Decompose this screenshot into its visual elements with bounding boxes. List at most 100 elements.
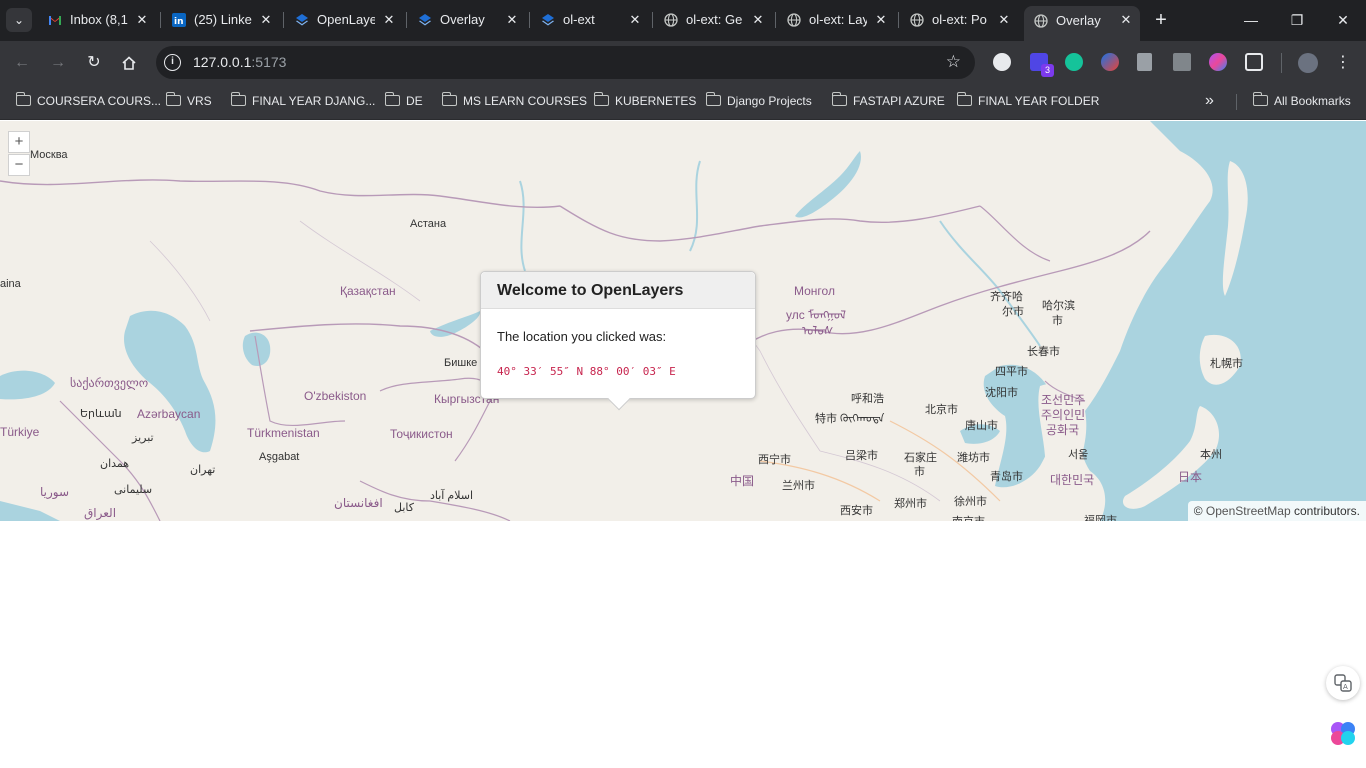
extension-color-icon[interactable] bbox=[1101, 53, 1119, 71]
map-label-city: Бишке bbox=[444, 357, 478, 369]
attribution-prefix: © bbox=[1193, 504, 1203, 518]
tab-title: ol-ext bbox=[563, 12, 595, 27]
bookmark-folder[interactable]: DE bbox=[384, 91, 423, 111]
tab-separator bbox=[406, 12, 407, 28]
lake-baikal bbox=[795, 151, 861, 218]
tab-ol-ext-ge[interactable]: ol-ext: Ge ✕ bbox=[654, 5, 772, 35]
menu-button[interactable]: ⋮ bbox=[1330, 50, 1356, 76]
folder-icon bbox=[956, 92, 972, 106]
tab-overlay-1[interactable]: Overlay ✕ bbox=[408, 5, 526, 35]
zoom-in-button[interactable]: + bbox=[8, 131, 30, 153]
bookmark-folder[interactable]: COURSERA COURS... bbox=[15, 91, 162, 111]
extension-face-icon[interactable] bbox=[993, 53, 1011, 71]
globe-icon bbox=[787, 13, 801, 27]
forward-button[interactable]: → bbox=[45, 50, 71, 76]
map-label-city: سلیمانی bbox=[114, 484, 153, 496]
document-icon[interactable] bbox=[1137, 53, 1152, 71]
grammarly-icon[interactable] bbox=[1065, 53, 1083, 71]
tab-ol-ext[interactable]: ol-ext ✕ bbox=[531, 5, 649, 35]
map-label-city: 潍坊市 bbox=[957, 452, 990, 464]
site-info-icon[interactable]: i bbox=[164, 54, 181, 71]
all-bookmarks-button[interactable]: All Bookmarks bbox=[1252, 91, 1351, 111]
bookmark-folder[interactable]: KUBERNETES bbox=[593, 91, 696, 111]
tab-title: Inbox (8,1 bbox=[70, 12, 128, 27]
address-bar[interactable]: i 127.0.0.1:5173 ☆ bbox=[156, 46, 975, 79]
tab-openlayers[interactable]: OpenLaye ✕ bbox=[285, 5, 403, 35]
linkedin-icon: in bbox=[172, 13, 186, 27]
bookmark-label: FASTAPI AZURE bbox=[853, 94, 945, 108]
close-icon: ✕ bbox=[1337, 12, 1349, 28]
back-button[interactable]: ← bbox=[9, 50, 35, 76]
close-icon[interactable]: ✕ bbox=[134, 12, 150, 28]
tab-search-button[interactable]: ⌄ bbox=[6, 8, 32, 32]
url-text[interactable]: 127.0.0.1:5173 bbox=[193, 46, 286, 79]
svg-text:in: in bbox=[174, 17, 184, 27]
folder-icon bbox=[15, 92, 31, 106]
close-icon[interactable]: ✕ bbox=[258, 12, 274, 28]
bookmark-folder[interactable]: FINAL YEAR FOLDER bbox=[956, 91, 1099, 111]
close-icon[interactable]: ✕ bbox=[504, 12, 520, 28]
close-icon[interactable]: ✕ bbox=[996, 12, 1012, 28]
map-label-city: Астана bbox=[410, 218, 447, 230]
zip-icon[interactable] bbox=[1173, 53, 1191, 71]
bookmark-folder[interactable]: MS LEARN COURSES bbox=[441, 91, 587, 111]
border-line bbox=[979, 205, 1051, 262]
tab-title: ol-ext: Ge bbox=[686, 12, 743, 27]
bookmark-label: VRS bbox=[187, 94, 212, 108]
bookmark-folder[interactable]: VRS bbox=[165, 91, 212, 111]
restore-button[interactable]: ❐ bbox=[1285, 8, 1309, 32]
tab-separator bbox=[898, 12, 899, 28]
close-icon[interactable]: ✕ bbox=[873, 12, 889, 28]
extension-brain-icon[interactable] bbox=[1209, 53, 1227, 71]
tab-title: OpenLaye bbox=[317, 12, 375, 27]
bookmark-folder[interactable]: Django Projects bbox=[705, 91, 812, 111]
ai-assistant-button[interactable] bbox=[1326, 716, 1360, 750]
map-label-city: 四平市 bbox=[995, 366, 1028, 378]
bookmark-star-icon[interactable]: ☆ bbox=[946, 52, 961, 72]
map-label-city: کابل bbox=[394, 502, 414, 514]
extension-badge: 3 bbox=[1041, 64, 1054, 77]
translate-button[interactable]: A bbox=[1326, 666, 1360, 700]
tab-gmail[interactable]: Inbox (8,1 ✕ bbox=[38, 5, 156, 35]
bookmark-label: DE bbox=[406, 94, 423, 108]
close-icon[interactable]: ✕ bbox=[381, 12, 397, 28]
bookmark-label: Django Projects bbox=[727, 94, 812, 108]
bookmarks-separator bbox=[1236, 94, 1237, 110]
map-viewport[interactable]: Москва Астана Қазақстан aina Монгол улс … bbox=[0, 121, 1366, 521]
toolbar-separator bbox=[1281, 53, 1282, 73]
extension-puzzle-icon[interactable]: 3 bbox=[1030, 53, 1054, 77]
tab-ol-ext-lay[interactable]: ol-ext: Lay ✕ bbox=[777, 5, 895, 35]
map-attribution: © OpenStreetMap contributors. bbox=[1187, 501, 1366, 521]
reload-button[interactable]: ↻ bbox=[81, 50, 107, 76]
home-button[interactable] bbox=[116, 50, 142, 76]
extensions-puzzle-icon[interactable] bbox=[1245, 53, 1263, 71]
bookmark-folder[interactable]: FASTAPI AZURE bbox=[831, 91, 945, 111]
map-label-country: 日本 bbox=[1178, 470, 1203, 484]
profile-avatar[interactable] bbox=[1298, 53, 1318, 73]
minimize-button[interactable]: — bbox=[1239, 8, 1263, 32]
close-window-button[interactable]: ✕ bbox=[1331, 8, 1355, 32]
bookmark-label: COURSERA COURS... bbox=[37, 94, 162, 108]
zoom-out-button[interactable]: − bbox=[8, 154, 30, 176]
browser-toolbar: ← → ↻ i 127.0.0.1:5173 ☆ 3 ⋮ bbox=[0, 41, 1366, 84]
close-icon[interactable]: ✕ bbox=[1118, 12, 1134, 28]
tab-ol-ext-po[interactable]: ol-ext: Po ✕ bbox=[900, 5, 1018, 35]
url-port: :5173 bbox=[251, 54, 287, 70]
map-label-country: O'zbekiston bbox=[304, 389, 367, 403]
map-label-city: Москва bbox=[30, 149, 68, 161]
minimize-icon: — bbox=[1244, 12, 1258, 28]
map-label-country: Türkiye bbox=[0, 425, 40, 439]
tab-linkedin[interactable]: in (25) Linke ✕ bbox=[162, 5, 280, 35]
tab-overlay-active[interactable]: Overlay ✕ bbox=[1024, 6, 1140, 41]
bookmark-folder[interactable]: FINAL YEAR DJANG... bbox=[230, 91, 375, 111]
close-icon[interactable]: ✕ bbox=[750, 12, 766, 28]
bookmarks-overflow-button[interactable]: » bbox=[1205, 91, 1214, 111]
close-icon[interactable]: ✕ bbox=[627, 12, 643, 28]
new-tab-button[interactable]: + bbox=[1149, 8, 1173, 32]
chevron-down-icon: ⌄ bbox=[13, 13, 25, 27]
map-label-country: 대한민국 bbox=[1050, 473, 1095, 487]
attribution-link[interactable]: OpenStreetMap bbox=[1206, 504, 1291, 518]
openlayers-icon bbox=[542, 14, 554, 26]
tab-separator bbox=[775, 12, 776, 28]
map-label-city: 西安市 bbox=[840, 505, 873, 517]
